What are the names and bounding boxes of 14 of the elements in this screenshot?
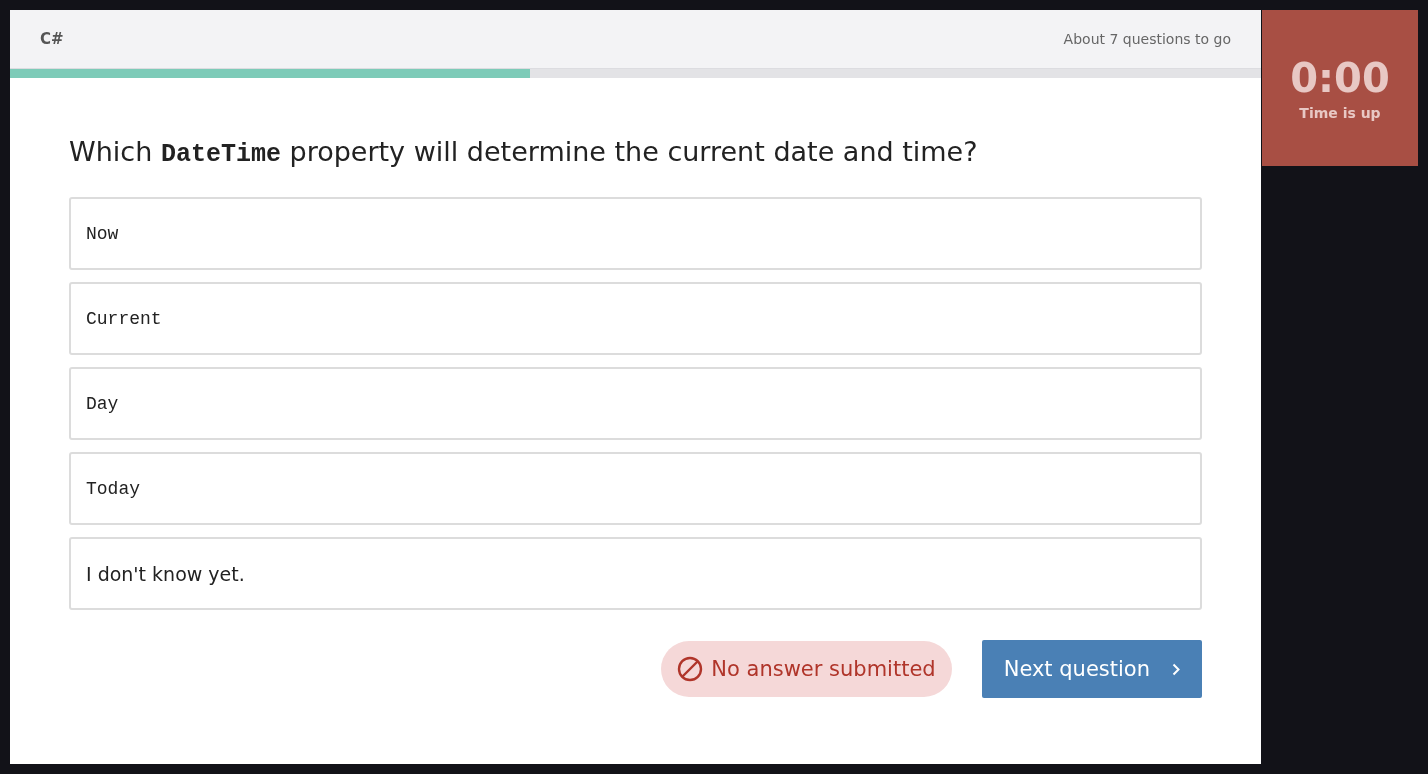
topic-title: C#: [40, 30, 64, 48]
prohibited-icon: [677, 656, 704, 682]
answer-option[interactable]: Day: [69, 367, 1202, 440]
answer-option[interactable]: Today: [69, 452, 1202, 525]
questions-remaining: About 7 questions to go: [1063, 31, 1231, 47]
question-text: Which DateTime property will determine the current date and time?: [69, 136, 979, 169]
answer-option[interactable]: I don't know yet.: [69, 537, 1202, 610]
answer-option[interactable]: Now: [69, 197, 1202, 270]
timer-time: 0:00: [1290, 55, 1390, 101]
no-answer-text: No answer submitted: [711, 657, 936, 681]
next-question-button[interactable]: Next question: [981, 640, 1202, 698]
answer-option[interactable]: Current: [69, 282, 1202, 355]
timer-label: Time is up: [1299, 105, 1381, 121]
chevron-right-icon: [1172, 662, 1180, 676]
